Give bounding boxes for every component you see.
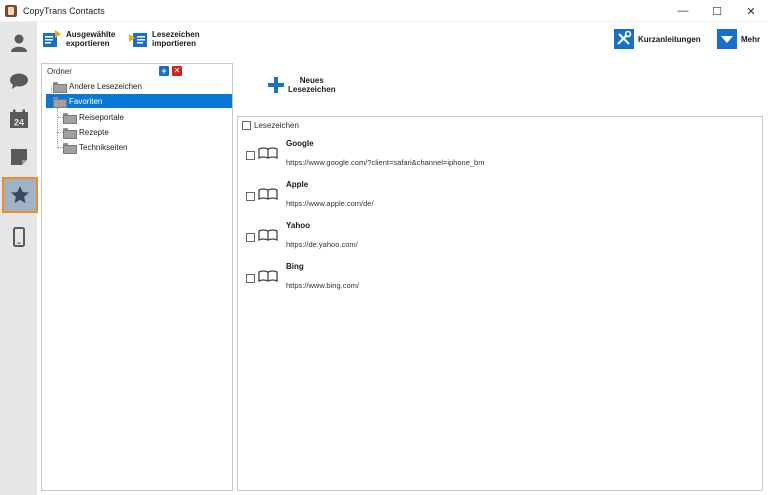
bookmark-checkbox[interactable]	[246, 274, 255, 283]
tools-icon	[614, 29, 634, 49]
nav-messages[interactable]	[0, 62, 37, 100]
open-book-icon	[258, 270, 278, 282]
bookmark-checkbox[interactable]	[246, 151, 255, 160]
close-button[interactable]: ✕	[734, 0, 768, 22]
calendar-icon: 24	[9, 109, 28, 128]
nav-notes[interactable]	[0, 138, 37, 176]
delete-folder-button[interactable]: ✕	[172, 66, 182, 76]
bookmark-entry-yahoo[interactable]: Yahoo https://de.yahoo.com/	[246, 221, 746, 255]
open-book-icon	[258, 147, 278, 159]
folder-item-label: Reiseportale	[79, 112, 124, 122]
export-icon	[43, 30, 61, 47]
folder-item-andere-lesezeichen[interactable]: Andere Lesezeichen	[53, 79, 231, 93]
folder-item-label: Rezepte	[79, 127, 109, 137]
folder-panel: Ordner + ✕ Andere Lesezeichen Favoriten …	[41, 63, 233, 491]
new-bookmark-line2: Lesezeichen	[288, 85, 336, 94]
minimize-button[interactable]: —	[666, 0, 700, 22]
folder-icon	[63, 142, 77, 154]
folder-icon	[53, 81, 67, 93]
bookmark-entry-apple[interactable]: Apple https://www.apple.com/de/	[246, 180, 746, 214]
new-bookmark-line1: Neues	[299, 76, 324, 85]
maximize-button[interactable]: ☐	[700, 0, 734, 22]
open-book-icon	[258, 188, 278, 200]
bookmark-title: Google	[286, 139, 314, 148]
bookmark-checkbox[interactable]	[246, 233, 255, 242]
export-label-line2: exportieren	[66, 39, 110, 48]
contacts-icon	[10, 34, 27, 52]
folder-icon	[63, 112, 77, 124]
left-navigation-rail: 24	[0, 22, 38, 495]
tree-connector	[57, 108, 58, 148]
more-label: Mehr	[741, 34, 761, 44]
bookmark-title: Yahoo	[286, 221, 311, 230]
quick-guides-label: Kurzanleitungen	[638, 34, 701, 44]
folder-icon	[53, 96, 67, 108]
folder-item-favoriten[interactable]: Favoriten	[46, 94, 232, 108]
messages-icon	[9, 73, 28, 89]
window-controls: — ☐ ✕	[666, 0, 768, 22]
folder-item-label: Andere Lesezeichen	[69, 81, 142, 91]
import-icon	[129, 33, 147, 47]
bookmark-url: https://www.bing.com/	[286, 281, 359, 290]
folder-item-rezepte[interactable]: Rezepte	[63, 125, 231, 139]
export-selected-button[interactable]: Ausgewählte exportieren	[42, 29, 115, 49]
bookmark-entry-google[interactable]: Google https://www.google.com/?client=sa…	[246, 139, 746, 173]
phone-icon	[12, 227, 25, 247]
nav-contacts[interactable]	[0, 24, 37, 62]
bookmark-header-label: Lesezeichen	[254, 120, 299, 130]
add-folder-button[interactable]: +	[159, 66, 169, 76]
import-bookmarks-button[interactable]: Lesezeichen importieren	[128, 29, 200, 49]
calendar-day-label: 24	[13, 118, 23, 128]
notes-icon	[10, 149, 27, 165]
select-all-checkbox[interactable]	[242, 120, 251, 130]
bookmark-title: Bing	[286, 262, 304, 271]
title-bar: CopyTrans Contacts — ☐ ✕	[0, 0, 768, 22]
bookmark-entry-bing[interactable]: Bing https://www.bing.com/	[246, 262, 746, 296]
nav-device[interactable]	[0, 218, 37, 256]
bookmark-url: https://www.google.com/?client=safari&ch…	[286, 158, 485, 167]
quick-guides-button[interactable]: Kurzanleitungen	[614, 29, 701, 49]
window-title: CopyTrans Contacts	[23, 5, 105, 16]
bookmark-title: Apple	[286, 180, 309, 189]
nav-bookmarks[interactable]	[2, 177, 38, 213]
folder-item-technikseiten[interactable]: Technikseiten	[63, 140, 231, 154]
folder-item-reiseportale[interactable]: Reiseportale	[63, 110, 231, 124]
bookmark-url: https://www.apple.com/de/	[286, 199, 374, 208]
import-label-line2: importieren	[152, 39, 197, 48]
folder-icon	[63, 127, 77, 139]
bookmark-list-panel: Lesezeichen Google https://www.google.co…	[237, 116, 763, 491]
plus-icon	[268, 77, 284, 93]
bookmark-list-header: Lesezeichen	[238, 117, 762, 133]
new-bookmark-button[interactable]: Neues Lesezeichen	[268, 76, 336, 94]
bookmarks-star-icon	[11, 186, 29, 204]
nav-calendar[interactable]: 24	[0, 100, 37, 138]
chevron-down-icon	[717, 29, 737, 49]
folder-header-label: Ordner	[47, 66, 72, 76]
folder-panel-header: Ordner + ✕	[42, 64, 232, 78]
open-book-icon	[258, 229, 278, 241]
bookmark-checkbox[interactable]	[246, 192, 255, 201]
export-label-line1: Ausgewählte	[66, 30, 116, 39]
import-label-line1: Lesezeichen	[152, 30, 200, 39]
folder-item-label: Favoriten	[69, 96, 103, 106]
folder-item-label: Technikseiten	[79, 142, 128, 152]
app-logo-icon	[5, 4, 17, 17]
bookmark-url: https://de.yahoo.com/	[286, 240, 358, 249]
more-button[interactable]: Mehr	[717, 29, 760, 49]
